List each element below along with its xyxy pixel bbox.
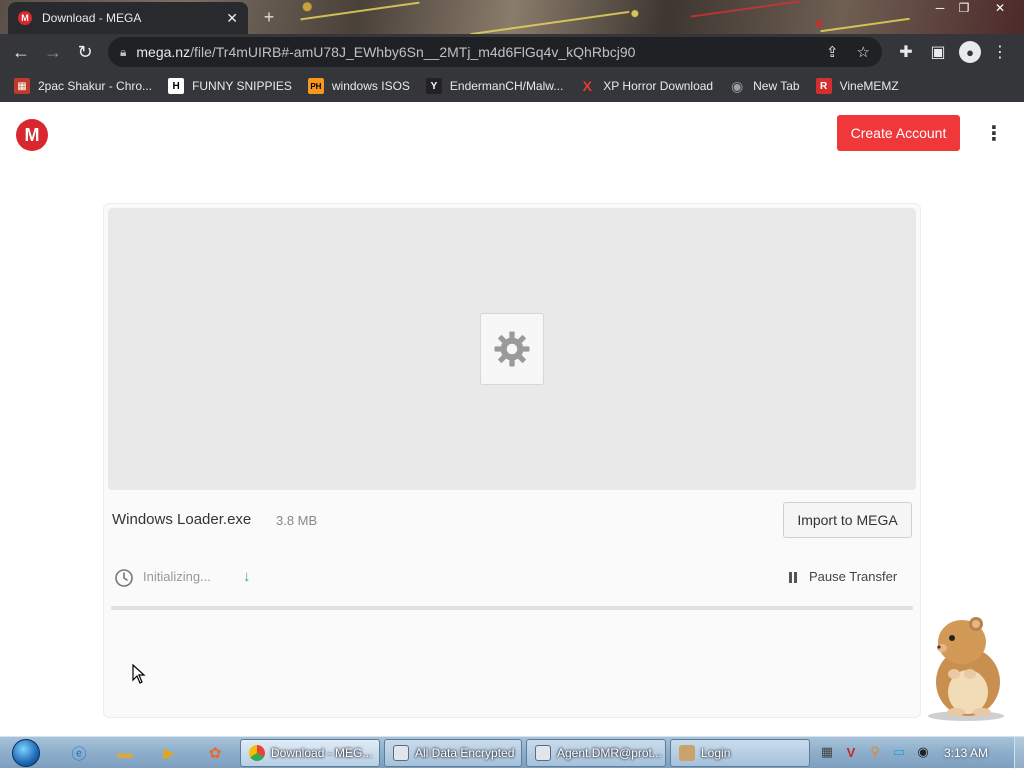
r-logo-icon: R: [815, 78, 832, 94]
file-download-card: Windows Loader.exe 3.8 MB Import to MEGA…: [103, 203, 921, 718]
tab-title: Download - MEGA: [42, 11, 142, 25]
mega-logo-icon[interactable]: M: [16, 119, 48, 151]
file-type-thumbnail: [480, 313, 544, 385]
mega-favicon-icon: M: [18, 11, 32, 25]
tray-monitor-icon[interactable]: ▭: [890, 743, 908, 761]
more-menu-icon[interactable]: ⋮: [984, 122, 1004, 146]
back-icon[interactable]: ←: [6, 37, 36, 67]
share-icon[interactable]: ⇪: [826, 43, 839, 61]
taskbar-item-label: All Data Encrypted: [415, 746, 515, 760]
url-host: mega.nz: [136, 44, 191, 60]
tab-download-mega[interactable]: M Download - MEGA ✕: [8, 2, 248, 34]
tray-app-icon[interactable]: ▦: [818, 743, 836, 761]
show-desktop-button[interactable]: [1014, 737, 1024, 769]
bookmark-item[interactable]: X XP Horror Download: [579, 78, 714, 94]
media-player-icon[interactable]: ▶: [156, 741, 182, 765]
calendar-icon: ▦: [14, 78, 30, 94]
taskbar-item-all-data-encrypted[interactable]: All Data Encrypted: [384, 739, 522, 767]
bookmark-label: New Tab: [753, 79, 800, 93]
taskbar-item-label: Download - MEG...: [271, 746, 373, 760]
window-titlebar: M Download - MEGA ✕ + ─ ❐ ✕: [0, 0, 1024, 36]
download-progress-bar: [111, 606, 913, 610]
tray-search-icon[interactable]: ⚲: [866, 743, 884, 761]
file-name: Windows Loader.exe: [112, 511, 252, 528]
mega-download-page: M Create Account ⋮ Windows Loader.exe 3.…: [0, 102, 1024, 736]
minimize-icon[interactable]: ─: [928, 0, 952, 18]
bookmark-item[interactable]: R VineMEMZ: [815, 78, 899, 94]
ie-icon[interactable]: ⓔ: [66, 741, 92, 765]
maximize-icon[interactable]: ❐: [952, 0, 976, 18]
file-size: 3.8 MB: [276, 513, 318, 528]
clock-icon: [115, 569, 133, 587]
new-tab-button[interactable]: +: [258, 6, 280, 28]
tray-disc-icon[interactable]: ◉: [914, 743, 932, 761]
bookmark-label: XP Horror Download: [603, 79, 714, 93]
import-to-mega-button[interactable]: Import to MEGA: [783, 502, 912, 538]
bookmark-item[interactable]: ▦ 2pac Shakur - Chro...: [14, 78, 152, 94]
user-icon: [679, 745, 695, 761]
start-button[interactable]: [6, 737, 46, 769]
close-window-icon[interactable]: ✕: [988, 0, 1012, 18]
taskbar-item-label: Login: [701, 746, 731, 760]
taskbar-item-label: Agent.DMR@prot...: [557, 746, 662, 760]
yp-logo-icon: Y: [425, 78, 442, 94]
bookmark-item[interactable]: ◉ New Tab: [729, 77, 800, 94]
profile-avatar-icon[interactable]: ●: [958, 40, 982, 64]
file-preview-area: [108, 208, 916, 490]
bookmark-label: EndermanCH/Malw...: [449, 79, 564, 93]
taskbar-item-agent-dmr[interactable]: Agent.DMR@prot...: [526, 739, 666, 767]
download-arrow-icon: ↓: [243, 568, 251, 585]
transfer-status-row: Initializing... ↓ Pause Transfer: [114, 566, 910, 590]
hamster-desktop-pet[interactable]: [918, 612, 1010, 722]
paint-icon[interactable]: ✿: [202, 741, 228, 765]
windows-logo-icon: [12, 739, 40, 767]
tab-close-icon[interactable]: ✕: [226, 10, 238, 27]
tray-v-icon[interactable]: V: [842, 743, 860, 761]
create-account-button[interactable]: Create Account: [837, 115, 960, 151]
mouse-cursor-icon: [132, 664, 146, 684]
extensions-icon[interactable]: ✚: [894, 40, 918, 64]
bookmark-label: VineMEMZ: [839, 79, 899, 93]
chrome-menu-icon[interactable]: ⋮: [988, 40, 1012, 64]
bookmark-item[interactable]: Y EndermanCH/Malw...: [425, 78, 564, 94]
pause-icon[interactable]: [787, 570, 799, 584]
bookmark-item[interactable]: H FUNNY SNIPPIES: [168, 78, 292, 94]
browser-toolbar: ← → ↻ 🔒︎ mega.nz /file/Tr4mUIRB#-amU78J_…: [0, 34, 1024, 70]
chrome-icon: [249, 745, 265, 761]
windows-taskbar: ⓔ ▬ ▶ ✿ Download - MEG... All Data Encry…: [0, 736, 1024, 769]
globe-icon: ◉: [731, 77, 744, 94]
window-icon: [393, 745, 409, 761]
transfer-status-text: Initializing...: [143, 569, 211, 584]
explorer-folder-icon[interactable]: ▬: [112, 741, 138, 765]
bookmark-label: windows ISOS: [331, 79, 410, 93]
taskbar-item-chrome[interactable]: Download - MEG...: [240, 739, 380, 767]
taskbar-item-login[interactable]: Login: [670, 739, 810, 767]
taskbar-clock[interactable]: 3:13 AM: [944, 746, 988, 760]
bookmark-label: 2pac Shakur - Chro...: [38, 79, 153, 93]
bookmark-item[interactable]: PH windows ISOS: [307, 78, 410, 94]
forward-icon[interactable]: →: [38, 37, 68, 67]
bookmark-label: FUNNY SNIPPIES: [192, 79, 292, 93]
pause-transfer-button[interactable]: Pause Transfer: [809, 569, 897, 584]
h-logo-icon: H: [168, 78, 185, 94]
gear-icon: [494, 331, 530, 367]
ph-logo-icon: PH: [307, 78, 324, 94]
bookmarks-bar: ▦ 2pac Shakur - Chro... H FUNNY SNIPPIES…: [0, 70, 1024, 102]
url-path: /file/Tr4mUIRB#-amU78J_EWhby6Sn__2MTj_m4…: [190, 44, 636, 60]
side-panel-icon[interactable]: ▣: [926, 40, 950, 64]
address-bar[interactable]: 🔒︎ mega.nz /file/Tr4mUIRB#-amU78J_EWhby6…: [108, 37, 882, 67]
bookmark-star-icon[interactable]: ☆: [857, 43, 870, 61]
x-logo-icon: X: [582, 78, 592, 94]
window-icon: [535, 745, 551, 761]
reload-icon[interactable]: ↻: [70, 37, 100, 67]
lock-icon: 🔒︎: [120, 44, 127, 59]
